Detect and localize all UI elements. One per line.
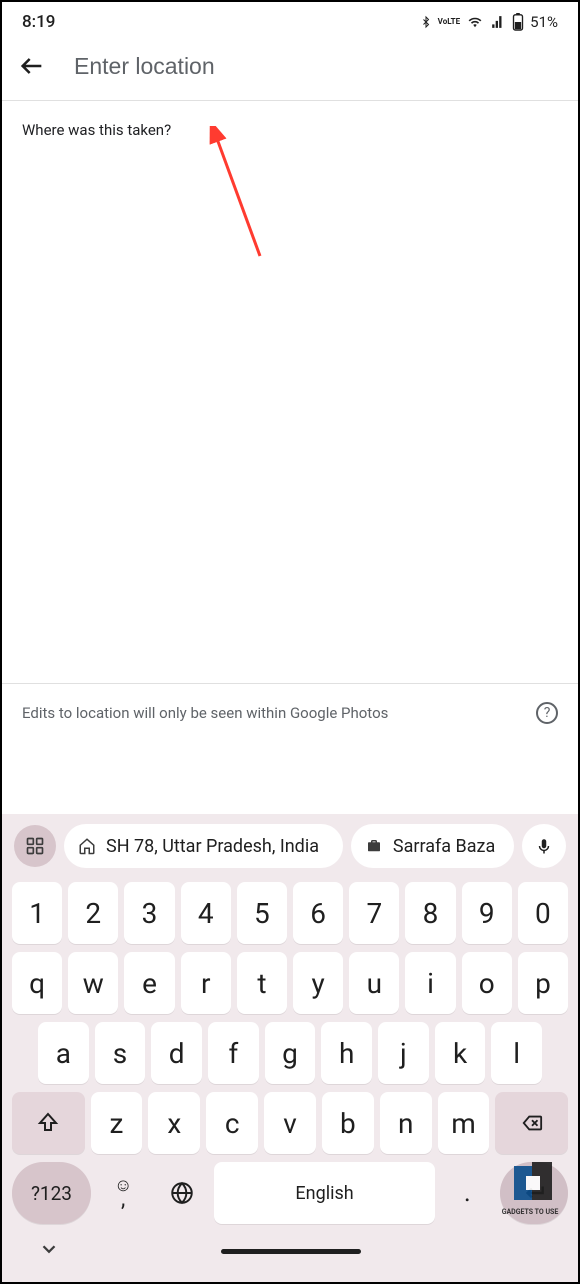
key-g[interactable]: g [265, 1022, 316, 1084]
key-6[interactable]: 6 [293, 882, 343, 944]
emoji-key[interactable]: ☺ , [97, 1162, 150, 1224]
key-c[interactable]: c [206, 1092, 258, 1154]
app-bar [2, 38, 578, 100]
key-k[interactable]: k [435, 1022, 486, 1084]
hide-keyboard-button[interactable] [38, 1238, 62, 1264]
status-bar: 8:19 VoLTE 51% [2, 2, 578, 38]
voice-input-button[interactable] [522, 824, 566, 868]
key-t[interactable]: t [237, 952, 287, 1014]
language-key[interactable] [156, 1162, 209, 1224]
key-v[interactable]: v [264, 1092, 316, 1154]
back-button[interactable] [18, 52, 46, 80]
symbols-key[interactable]: ?123 [12, 1162, 91, 1224]
shift-key[interactable] [12, 1092, 85, 1154]
key-j[interactable]: j [378, 1022, 429, 1084]
key-2[interactable]: 2 [68, 882, 118, 944]
keyboard-row-zxcv: z x c v b n m [8, 1088, 572, 1158]
key-h[interactable]: h [321, 1022, 372, 1084]
key-e[interactable]: e [124, 952, 174, 1014]
microphone-icon [535, 835, 553, 857]
key-a[interactable]: a [38, 1022, 89, 1084]
wifi-icon [466, 15, 484, 29]
disclaimer-text: Edits to location will only be seen with… [22, 704, 388, 722]
suggestion-2-text: Sarrafa Baza [393, 836, 495, 857]
suggestion-chip-1[interactable]: SH 78, Uttar Pradesh, India [64, 824, 343, 868]
key-5[interactable]: 5 [237, 882, 287, 944]
grid-icon [25, 836, 45, 856]
key-i[interactable]: i [405, 952, 455, 1014]
disclaimer-bar: Edits to location will only be seen with… [2, 683, 578, 742]
key-8[interactable]: 8 [405, 882, 455, 944]
key-1[interactable]: 1 [12, 882, 62, 944]
key-x[interactable]: x [148, 1092, 200, 1154]
key-o[interactable]: o [462, 952, 512, 1014]
nav-bar [8, 1228, 572, 1276]
help-button[interactable]: ? [536, 702, 558, 724]
keyboard-menu-button[interactable] [14, 825, 56, 867]
comma-label: , [121, 1193, 125, 1207]
key-w[interactable]: w [68, 952, 118, 1014]
chevron-down-icon [38, 1238, 60, 1260]
battery-icon [512, 13, 524, 31]
volte-icon: VoLTE [438, 18, 460, 26]
briefcase-icon [365, 837, 383, 855]
key-z[interactable]: z [91, 1092, 143, 1154]
suggestion-chip-2[interactable]: Sarrafa Baza [351, 824, 514, 868]
signal-icon [490, 15, 506, 29]
suggestion-row: SH 78, Uttar Pradesh, India Sarrafa Baza [8, 824, 572, 878]
key-q[interactable]: q [12, 952, 62, 1014]
globe-icon [169, 1180, 195, 1206]
key-d[interactable]: d [151, 1022, 202, 1084]
keyboard-row-numbers: 1 2 3 4 5 6 7 8 9 0 [8, 878, 572, 948]
key-y[interactable]: y [293, 952, 343, 1014]
key-s[interactable]: s [95, 1022, 146, 1084]
key-m[interactable]: m [438, 1092, 490, 1154]
watermark-text: GADGETS TO USE [502, 1208, 559, 1216]
key-7[interactable]: 7 [349, 882, 399, 944]
key-3[interactable]: 3 [124, 882, 174, 944]
nav-handle[interactable] [221, 1249, 361, 1254]
key-f[interactable]: f [208, 1022, 259, 1084]
keyboard-row-asdf: a s d f g h j k l [8, 1018, 572, 1088]
key-b[interactable]: b [322, 1092, 374, 1154]
status-time: 8:19 [22, 12, 55, 32]
arrow-left-icon [18, 52, 46, 80]
battery-percent: 51% [530, 13, 558, 31]
question-icon: ? [544, 705, 551, 721]
backspace-icon [518, 1112, 546, 1134]
status-icons: VoLTE 51% [420, 13, 558, 31]
key-4[interactable]: 4 [181, 882, 231, 944]
watermark: GADGETS TO USE [488, 1162, 572, 1222]
keyboard-row-qwerty: q w e r t y u i o p [8, 948, 572, 1018]
space-key[interactable]: English [214, 1162, 435, 1224]
key-l[interactable]: l [491, 1022, 542, 1084]
key-u[interactable]: u [349, 952, 399, 1014]
location-input[interactable] [74, 53, 562, 80]
key-9[interactable]: 9 [462, 882, 512, 944]
key-0[interactable]: 0 [518, 882, 568, 944]
prompt-text: Where was this taken? [2, 101, 578, 159]
shift-icon [36, 1111, 60, 1135]
key-p[interactable]: p [518, 952, 568, 1014]
key-r[interactable]: r [181, 952, 231, 1014]
suggestion-1-text: SH 78, Uttar Pradesh, India [106, 836, 319, 857]
bluetooth-icon [420, 14, 432, 30]
home-icon [78, 837, 96, 855]
period-key[interactable]: . [441, 1162, 494, 1224]
backspace-key[interactable] [495, 1092, 568, 1154]
key-n[interactable]: n [380, 1092, 432, 1154]
